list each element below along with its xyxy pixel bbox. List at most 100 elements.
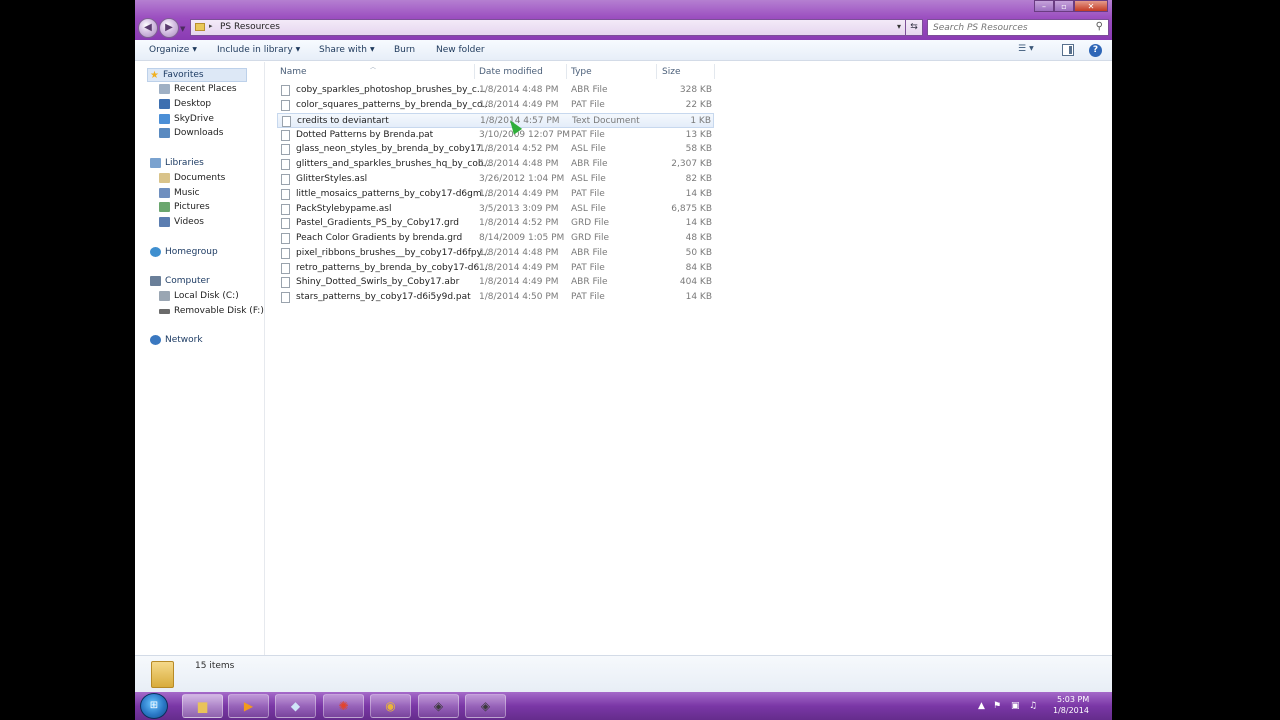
preview-pane-icon[interactable] bbox=[1062, 44, 1074, 56]
nav-network[interactable]: Network bbox=[150, 335, 203, 345]
volume-icon[interactable]: ♫ bbox=[1029, 701, 1037, 711]
refresh-button[interactable]: ⇆ bbox=[905, 19, 923, 36]
file-row[interactable]: coby_sparkles_photoshop_brushes_by_c... 1… bbox=[277, 83, 714, 98]
chevron-down-icon: ▼ bbox=[1029, 45, 1034, 52]
taskbar-app[interactable]: ✺ bbox=[323, 694, 364, 718]
file-row-hover[interactable]: credits to deviantart 1/8/2014 4:57 PM Tex… bbox=[277, 113, 714, 128]
file-row[interactable]: Shiny_Dotted_Swirls_by_Coby17.abr 1/8/201… bbox=[277, 275, 714, 290]
address-dropdown-icon[interactable]: ▾ bbox=[897, 22, 901, 31]
file-type: PAT File bbox=[571, 100, 605, 110]
show-hidden-icons-icon[interactable]: ▲ bbox=[978, 701, 985, 711]
taskbar-app[interactable]: ◆ bbox=[275, 694, 316, 718]
column-separator[interactable] bbox=[656, 64, 657, 79]
search-input[interactable] bbox=[928, 20, 1088, 35]
flag-icon[interactable]: ⚑ bbox=[993, 701, 1001, 711]
taskbar-explorer[interactable]: ▆ bbox=[182, 694, 223, 718]
file-icon bbox=[281, 100, 290, 111]
column-separator[interactable] bbox=[566, 64, 567, 79]
recent-pages-dropdown[interactable]: ▼ bbox=[180, 25, 190, 33]
file-icon bbox=[281, 218, 290, 229]
column-header-type[interactable]: Type bbox=[571, 67, 592, 77]
nav-pictures[interactable]: Pictures bbox=[159, 202, 210, 212]
file-name: little_mosaics_patterns_by_coby17-d6gm..… bbox=[296, 189, 491, 199]
file-icon bbox=[281, 263, 290, 274]
column-separator[interactable] bbox=[714, 64, 715, 79]
nav-music[interactable]: Music bbox=[159, 188, 200, 198]
nav-local-disk[interactable]: Local Disk (C:) bbox=[159, 291, 239, 301]
nav-homegroup[interactable]: Homegroup bbox=[150, 247, 218, 257]
taskbar-media-player[interactable]: ▶ bbox=[228, 694, 269, 718]
search-box[interactable]: ⚲ bbox=[927, 19, 1109, 36]
file-row[interactable]: GlitterStyles.asl 3/26/2012 1:04 PM ASL Fi… bbox=[277, 172, 714, 187]
column-separator[interactable] bbox=[474, 64, 475, 79]
nav-libraries[interactable]: Libraries bbox=[150, 158, 204, 168]
taskbar-app[interactable]: ◈ bbox=[418, 694, 459, 718]
minimize-button[interactable]: – bbox=[1034, 0, 1054, 12]
paint-icon: ◆ bbox=[290, 699, 301, 713]
column-header-date[interactable]: Date modified bbox=[479, 67, 543, 77]
clock-date[interactable]: 1/8/2014 bbox=[1053, 706, 1089, 715]
recent-places-icon bbox=[159, 84, 170, 94]
network-icon[interactable]: ▣ bbox=[1011, 701, 1020, 711]
file-row[interactable]: color_squares_patterns_by_brenda_by_co..… bbox=[277, 98, 714, 113]
burn-button[interactable]: Burn bbox=[394, 45, 415, 55]
search-icon[interactable]: ⚲ bbox=[1096, 21, 1103, 32]
column-header-name[interactable]: Name bbox=[280, 67, 307, 77]
file-row[interactable]: glitters_and_sparkles_brushes_hq_by_cob.… bbox=[277, 157, 714, 172]
column-header-size[interactable]: Size bbox=[662, 67, 680, 77]
file-row[interactable]: pixel_ribbons_brushes__by_coby17-d6fpy..… bbox=[277, 246, 714, 261]
file-row[interactable]: little_mosaics_patterns_by_coby17-d6gm..… bbox=[277, 187, 714, 202]
share-with-button[interactable]: Share with ▼ bbox=[319, 45, 375, 55]
file-name: pixel_ribbons_brushes__by_coby17-d6fpy..… bbox=[296, 248, 490, 258]
taskbar-chrome[interactable]: ◉ bbox=[370, 694, 411, 718]
file-date: 1/8/2014 4:50 PM bbox=[479, 292, 559, 302]
clock-time[interactable]: 5:03 PM bbox=[1057, 695, 1089, 704]
new-folder-button[interactable]: New folder bbox=[436, 45, 485, 55]
maximize-button[interactable]: ▫ bbox=[1054, 0, 1074, 12]
nav-skydrive[interactable]: SkyDrive bbox=[159, 114, 214, 124]
file-name: GlitterStyles.asl bbox=[296, 174, 368, 184]
explorer-window: ◀ ▶ ▼ ▸ PS Resources ▾ ⇆ ⚲ – ▫ ✕ Organiz… bbox=[135, 0, 1112, 692]
breadcrumb-ps-resources[interactable]: PS Resources bbox=[220, 22, 280, 32]
file-row[interactable]: stars_patterns_by_coby17-d6i5y9d.pat 1/8/… bbox=[277, 290, 714, 305]
nav-downloads[interactable]: Downloads bbox=[159, 128, 223, 138]
file-name: Dotted Patterns by Brenda.pat bbox=[296, 130, 434, 140]
nav-removable-disk[interactable]: Removable Disk (F:) bbox=[159, 306, 264, 316]
forward-button[interactable]: ▶ bbox=[159, 18, 179, 38]
file-size: 2,307 KB bbox=[671, 159, 712, 169]
file-size: 404 KB bbox=[679, 277, 712, 287]
include-in-library-button[interactable]: Include in library ▼ bbox=[217, 45, 300, 55]
breadcrumb-chevron-icon[interactable]: ▸ bbox=[209, 22, 213, 30]
computer-icon bbox=[150, 276, 161, 286]
start-button[interactable]: ⊞ bbox=[140, 693, 168, 719]
videos-icon bbox=[159, 217, 170, 227]
file-row[interactable]: glass_neon_styles_by_brenda_by_coby17...… bbox=[277, 142, 714, 157]
file-row[interactable]: Peach Color Gradients by brenda.grd 8/14/… bbox=[277, 231, 714, 246]
nav-desktop[interactable]: Desktop bbox=[159, 99, 211, 109]
back-button[interactable]: ◀ bbox=[138, 18, 158, 38]
nav-documents[interactable]: Documents bbox=[159, 173, 225, 183]
nav-favorites[interactable]: ★ Favorites bbox=[147, 68, 247, 82]
desktop-icon bbox=[159, 99, 170, 109]
file-icon bbox=[281, 174, 290, 185]
nav-recent-places[interactable]: Recent Places bbox=[159, 84, 237, 94]
file-row[interactable]: Pastel_Gradients_PS_by_Coby17.grd 1/8/201… bbox=[277, 216, 714, 231]
nav-videos[interactable]: Videos bbox=[159, 217, 204, 227]
file-size: 50 KB bbox=[685, 248, 712, 258]
taskbar-app[interactable]: ◈ bbox=[465, 694, 506, 718]
close-button[interactable]: ✕ bbox=[1074, 0, 1108, 12]
file-row[interactable]: Dotted Patterns by Brenda.pat 3/10/2009 1… bbox=[277, 128, 714, 143]
view-options-button[interactable]: ☰ ▼ bbox=[1018, 44, 1046, 56]
address-bar[interactable]: ▸ PS Resources ▾ bbox=[190, 19, 906, 36]
help-icon[interactable]: ? bbox=[1089, 44, 1102, 57]
command-bar: Organize ▼ Include in library ▼ Share with… bbox=[135, 40, 1112, 61]
file-row[interactable]: retro_patterns_by_brenda_by_coby17-d6...… bbox=[277, 261, 714, 276]
file-type: PAT File bbox=[571, 292, 605, 302]
file-name: PackStylebypame.asl bbox=[296, 204, 392, 214]
nav-computer[interactable]: Computer bbox=[150, 276, 210, 286]
file-date: 3/5/2013 3:09 PM bbox=[479, 204, 559, 214]
file-row[interactable]: PackStylebypame.asl 3/5/2013 3:09 PM ASL F… bbox=[277, 202, 714, 217]
organize-button[interactable]: Organize ▼ bbox=[149, 45, 197, 55]
nav-favorites-label: Favorites bbox=[162, 70, 204, 80]
file-type: ASL File bbox=[571, 144, 606, 154]
